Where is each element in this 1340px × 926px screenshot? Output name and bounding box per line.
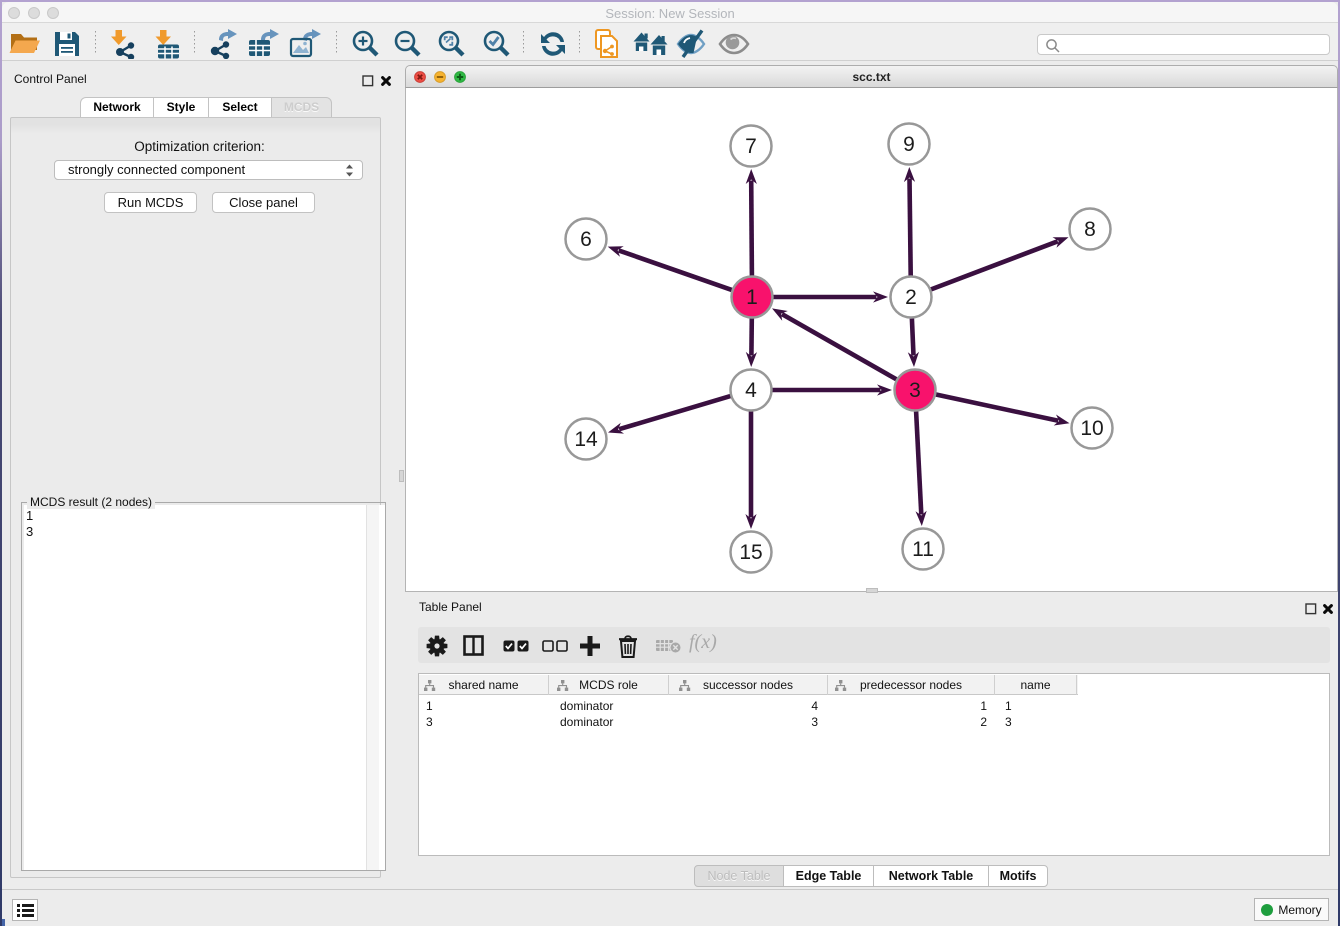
svg-text:6: 6 bbox=[580, 228, 592, 251]
svg-text:14: 14 bbox=[574, 428, 598, 451]
svg-text:15: 15 bbox=[739, 541, 762, 564]
svg-text:2: 2 bbox=[905, 286, 917, 309]
svg-text:8: 8 bbox=[1084, 218, 1096, 241]
svg-text:1: 1 bbox=[746, 286, 758, 309]
svg-text:4: 4 bbox=[745, 379, 757, 402]
svg-text:11: 11 bbox=[912, 538, 934, 561]
svg-text:7: 7 bbox=[745, 135, 757, 158]
svg-text:3: 3 bbox=[909, 379, 921, 402]
svg-text:10: 10 bbox=[1080, 417, 1103, 440]
svg-text:9: 9 bbox=[903, 133, 915, 156]
